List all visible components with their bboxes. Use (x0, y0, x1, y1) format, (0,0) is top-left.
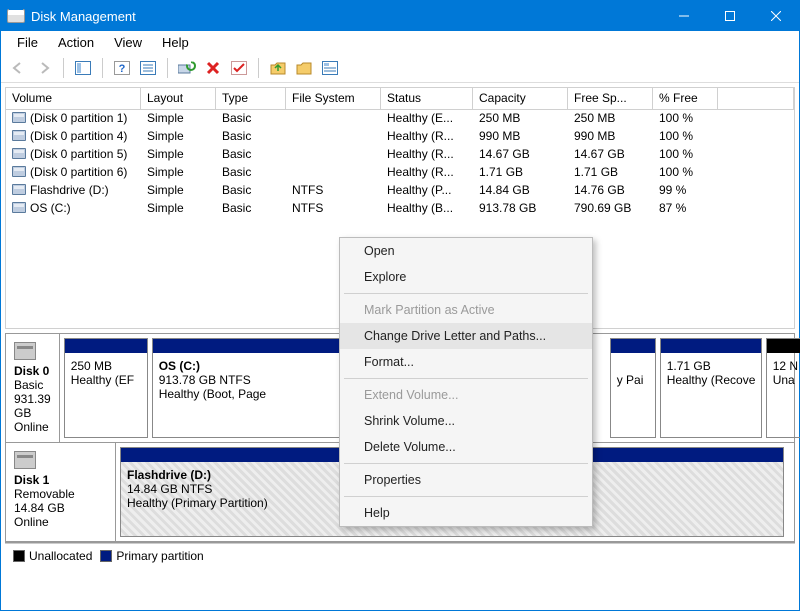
context-menu-item[interactable]: Shrink Volume... (340, 408, 592, 434)
col-free[interactable]: Free Sp... (568, 88, 653, 110)
check-button[interactable] (228, 57, 250, 79)
table-row[interactable]: (Disk 0 partition 4)SimpleBasicHealthy (… (6, 128, 794, 146)
partition[interactable]: y Pai (610, 338, 656, 438)
separator (63, 58, 64, 78)
col-filesystem[interactable]: File System (286, 88, 381, 110)
delete-button[interactable] (202, 57, 224, 79)
window-title: Disk Management (31, 9, 136, 24)
table-row[interactable]: Flashdrive (D:)SimpleBasicNTFSHealthy (P… (6, 182, 794, 200)
partition-cap (661, 339, 761, 353)
partition[interactable]: 12 NUna (766, 338, 800, 438)
refresh-button[interactable] (176, 57, 198, 79)
disk-label[interactable]: Disk 0Basic931.39 GBOnline (6, 334, 60, 442)
context-menu-item[interactable]: Help (340, 500, 592, 526)
legend-primary-label: Primary partition (116, 549, 203, 563)
volume-icon (12, 112, 26, 123)
menu-bar: File Action View Help (1, 31, 799, 53)
partition-body: 12 NUna (767, 353, 800, 437)
folder-up-button[interactable] (267, 57, 289, 79)
maximize-button[interactable] (707, 1, 753, 31)
col-layout[interactable]: Layout (141, 88, 216, 110)
volume-icon (12, 148, 26, 159)
toolbar: ? (1, 53, 799, 83)
close-button[interactable] (753, 1, 799, 31)
table-row[interactable]: (Disk 0 partition 5)SimpleBasicHealthy (… (6, 146, 794, 164)
partition[interactable]: OS (C:)913.78 GB NTFSHealthy (Boot, Page (152, 338, 364, 438)
help-button[interactable]: ? (111, 57, 133, 79)
context-menu-item: Mark Partition as Active (340, 297, 592, 323)
settings-list-button[interactable] (137, 57, 159, 79)
menu-separator (344, 378, 588, 379)
separator (258, 58, 259, 78)
app-icon (7, 9, 25, 23)
context-menu-item[interactable]: Properties (340, 467, 592, 493)
forward-button[interactable] (33, 57, 55, 79)
partition-cap (611, 339, 655, 353)
menu-separator (344, 293, 588, 294)
volume-rows: (Disk 0 partition 1)SimpleBasicHealthy (… (6, 110, 794, 218)
context-menu-item[interactable]: Open (340, 238, 592, 264)
disk-icon (14, 451, 36, 469)
context-menu-item[interactable]: Change Drive Letter and Paths... (340, 323, 592, 349)
context-menu-item: Extend Volume... (340, 382, 592, 408)
window-controls (661, 1, 799, 31)
table-row[interactable]: (Disk 0 partition 6)SimpleBasicHealthy (… (6, 164, 794, 182)
partition-body: 1.71 GBHealthy (Recove (661, 353, 761, 437)
show-hide-tree-button[interactable] (72, 57, 94, 79)
partition-body: OS (C:)913.78 GB NTFSHealthy (Boot, Page (153, 353, 363, 437)
legend-primary: Primary partition (100, 549, 203, 563)
volume-icon (12, 166, 26, 177)
col-volume[interactable]: Volume (6, 88, 141, 110)
partition-cap (767, 339, 800, 353)
partition-body: y Pai (611, 353, 655, 437)
partition-body: 250 MBHealthy (EF (65, 353, 147, 437)
menu-separator (344, 463, 588, 464)
partition-cap (153, 339, 363, 353)
back-button[interactable] (7, 57, 29, 79)
volume-icon (12, 184, 26, 195)
col-spacer (718, 88, 794, 110)
menu-view[interactable]: View (104, 33, 152, 52)
disk-label[interactable]: Disk 1Removable14.84 GBOnline (6, 443, 116, 541)
col-capacity[interactable]: Capacity (473, 88, 568, 110)
volume-icon (12, 202, 26, 213)
volume-icon (12, 130, 26, 141)
context-menu-item[interactable]: Explore (340, 264, 592, 290)
legend: Unallocated Primary partition (5, 543, 795, 567)
folder-button[interactable] (293, 57, 315, 79)
table-row[interactable]: (Disk 0 partition 1)SimpleBasicHealthy (… (6, 110, 794, 128)
context-menu-item[interactable]: Delete Volume... (340, 434, 592, 460)
partition[interactable]: 250 MBHealthy (EF (64, 338, 148, 438)
menu-action[interactable]: Action (48, 33, 104, 52)
col-type[interactable]: Type (216, 88, 286, 110)
partition-cap (65, 339, 147, 353)
col-status[interactable]: Status (381, 88, 473, 110)
minimize-button[interactable] (661, 1, 707, 31)
column-headers: Volume Layout Type File System Status Ca… (6, 88, 794, 110)
menu-file[interactable]: File (7, 33, 48, 52)
swatch-black (13, 550, 25, 562)
context-menu[interactable]: OpenExplore Mark Partition as ActiveChang… (339, 237, 593, 527)
legend-unallocated: Unallocated (13, 549, 92, 563)
menu-help[interactable]: Help (152, 33, 199, 52)
col-pctfree[interactable]: % Free (653, 88, 718, 110)
separator (102, 58, 103, 78)
properties-button[interactable] (319, 57, 341, 79)
menu-separator (344, 496, 588, 497)
disk-icon (14, 342, 36, 360)
separator (167, 58, 168, 78)
partition[interactable]: 1.71 GBHealthy (Recove (660, 338, 762, 438)
context-menu-item[interactable]: Format... (340, 349, 592, 375)
svg-text:?: ? (119, 63, 126, 75)
legend-unallocated-label: Unallocated (29, 549, 92, 563)
title-bar: Disk Management (1, 1, 799, 31)
swatch-blue (100, 550, 112, 562)
table-row[interactable]: OS (C:)SimpleBasicNTFSHealthy (B...913.7… (6, 200, 794, 218)
